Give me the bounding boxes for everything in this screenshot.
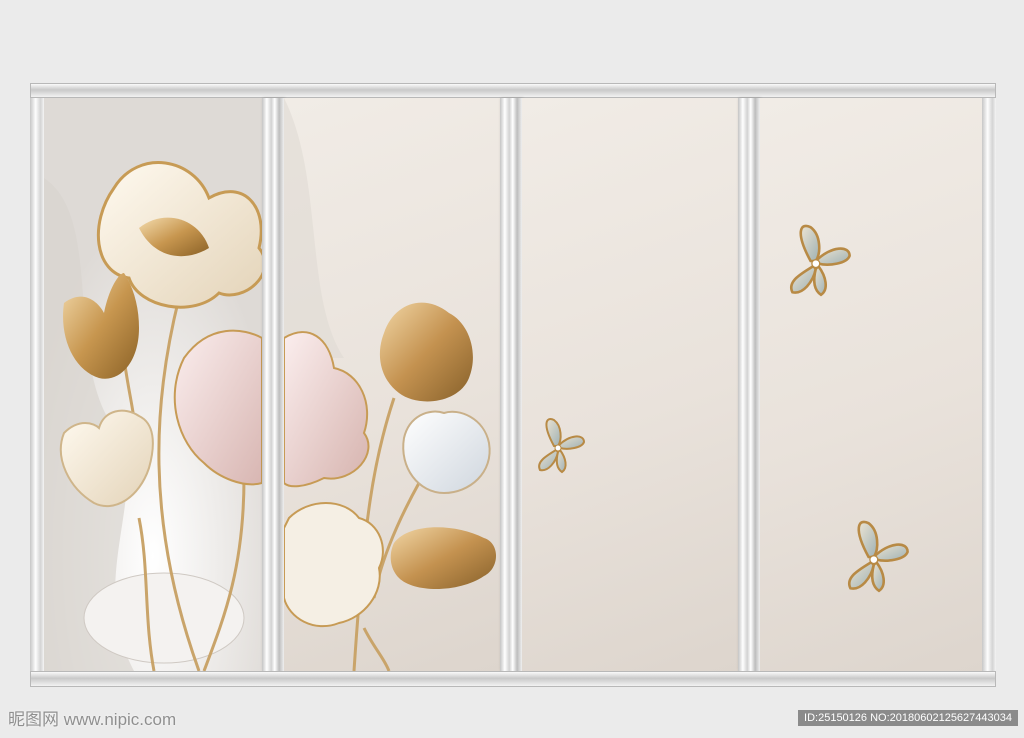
silk-fold xyxy=(284,98,344,358)
tulip-flower-gold xyxy=(379,302,473,402)
poppy-flower-ivory xyxy=(284,502,384,628)
butterfly-ornament xyxy=(847,520,909,593)
panel-2-artwork xyxy=(284,98,496,671)
panel-4-artwork xyxy=(789,224,909,593)
frame-right-post xyxy=(982,98,996,671)
panel-3-artwork xyxy=(538,418,586,474)
site-watermark: 昵图网 www.nipic.com xyxy=(8,710,177,729)
frame-divider-post-2 xyxy=(500,98,522,671)
frame-bottom-rail xyxy=(30,671,996,687)
poppy-flower-blush xyxy=(284,331,370,488)
frame-top-rail xyxy=(30,83,996,98)
butterfly-ornament xyxy=(538,418,586,474)
panel-1 xyxy=(44,98,262,671)
panel-1-artwork xyxy=(44,98,262,671)
panel-4 xyxy=(760,98,982,671)
frame-divider-post-1 xyxy=(262,98,284,671)
butterfly-ornament xyxy=(789,224,851,297)
tulip-flower-white xyxy=(402,410,491,495)
panel-3 xyxy=(522,98,738,671)
tulip-flower-gold-lying xyxy=(390,527,496,590)
frame-divider-post-3 xyxy=(738,98,760,671)
frame-left-post xyxy=(30,98,44,671)
panel-2 xyxy=(284,98,500,671)
silk-swirl xyxy=(83,572,245,664)
image-id-watermark: ID:25150126 NO:20180602125627443034 xyxy=(798,710,1018,726)
